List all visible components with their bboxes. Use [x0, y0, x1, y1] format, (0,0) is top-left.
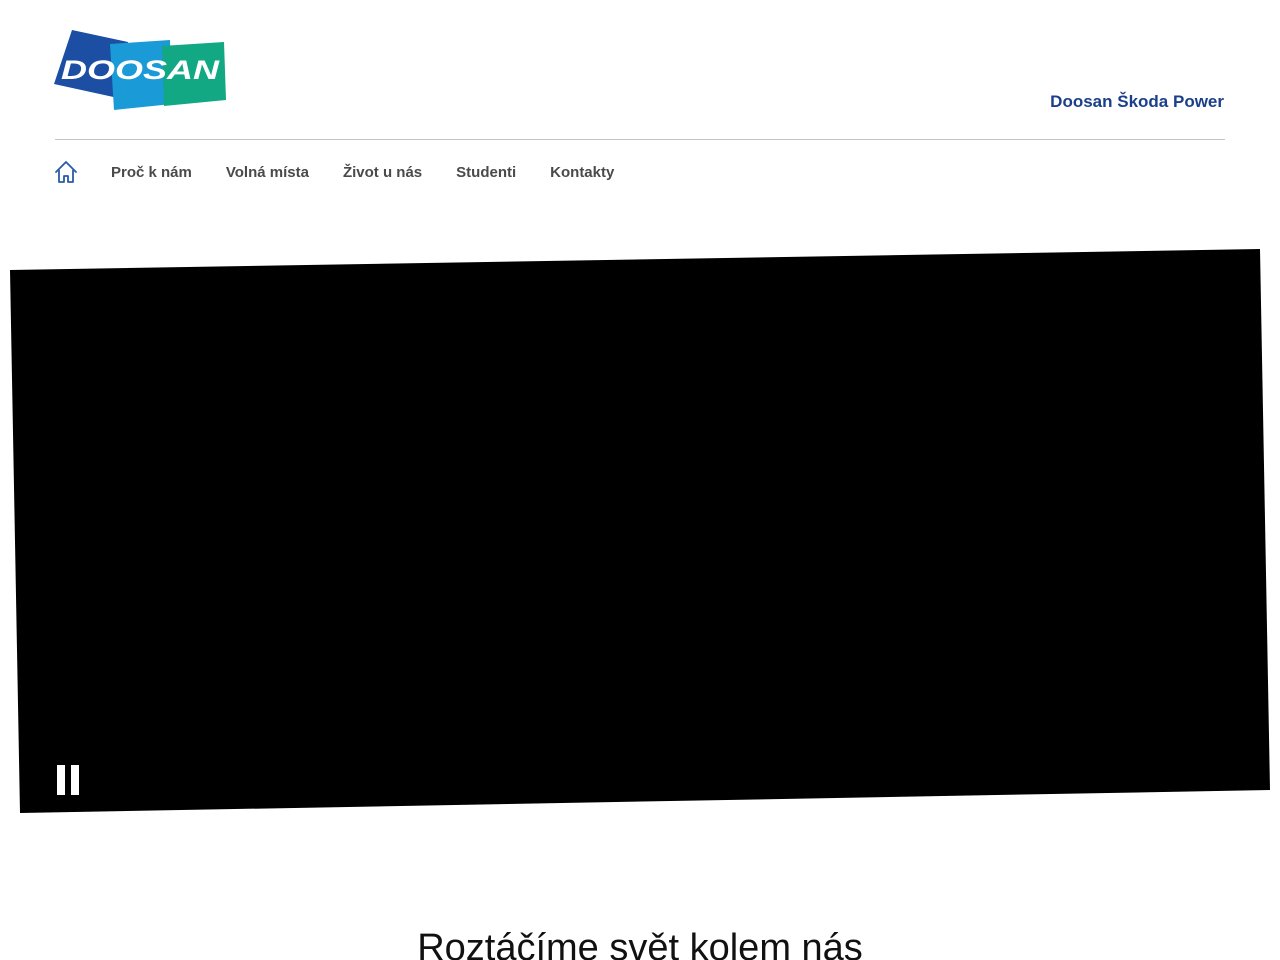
header-divider: [55, 139, 1225, 140]
hero-video[interactable]: [10, 249, 1270, 813]
nav-item-kontakty[interactable]: Kontakty: [550, 164, 614, 181]
company-name: Doosan Škoda Power: [1050, 92, 1224, 111]
pause-button[interactable]: [50, 762, 86, 798]
home-link[interactable]: [54, 158, 78, 186]
main-navigation: Proč k nám Volná místa Život u nás Stude…: [54, 156, 648, 188]
nav-item-studenti[interactable]: Studenti: [456, 164, 516, 181]
logo-text: DOOSAN: [61, 55, 220, 85]
pause-icon: [57, 765, 65, 795]
home-icon: [55, 161, 77, 183]
nav-item-volna-mista[interactable]: Volná místa: [226, 164, 309, 181]
nav-item-proc-k-nam[interactable]: Proč k nám: [111, 164, 192, 181]
page-headline: Roztáčíme svět kolem nás: [417, 927, 863, 960]
doosan-logo[interactable]: DOOSAN: [54, 28, 226, 110]
page: DOOSAN Doosan Škoda Power Proč k nám Vol…: [0, 0, 1280, 960]
nav-item-zivot-u-nas[interactable]: Život u nás: [343, 164, 422, 181]
pause-icon-bar: [71, 765, 79, 795]
